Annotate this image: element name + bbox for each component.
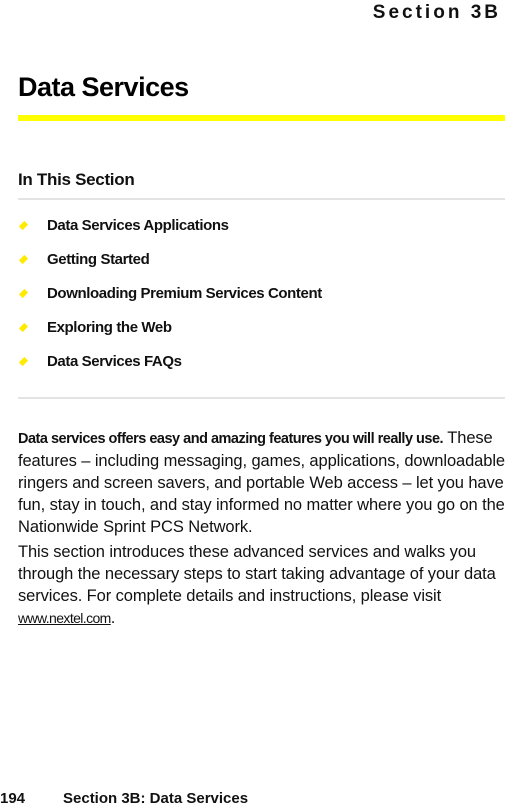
footer-section-label: Section 3B: Data Services bbox=[63, 790, 249, 807]
list-item-label: Data Services FAQs bbox=[47, 353, 182, 370]
list-item[interactable]: Data Services FAQs bbox=[18, 353, 322, 387]
divider bbox=[18, 198, 505, 200]
page-footer: 194 Section 3B: Data Services bbox=[0, 790, 248, 807]
list-item-label: Getting Started bbox=[47, 251, 150, 268]
in-this-section-heading: In This Section bbox=[18, 170, 135, 189]
section-contents-list: Data Services Applications Getting Start… bbox=[18, 217, 322, 387]
intro-lead: Data services offers easy and amazing fe… bbox=[18, 431, 444, 447]
details-end: . bbox=[110, 609, 116, 627]
details-paragraph: This section introduces these advanced s… bbox=[18, 541, 505, 629]
page-number: 194 bbox=[0, 790, 26, 807]
title-underline bbox=[18, 115, 505, 121]
list-item[interactable]: Data Services Applications bbox=[18, 217, 322, 251]
section-tab: Section 3B bbox=[372, 2, 501, 23]
list-item-label: Data Services Applications bbox=[47, 217, 229, 234]
list-item[interactable]: Exploring the Web bbox=[18, 319, 322, 353]
intro-paragraph: Data services offers easy and amazing fe… bbox=[18, 427, 505, 538]
divider bbox=[18, 397, 505, 399]
list-item-label: Downloading Premium Services Content bbox=[47, 285, 322, 302]
page-title: Data Services bbox=[18, 72, 189, 102]
details-text: This section introduces these advanced s… bbox=[18, 543, 496, 605]
list-item[interactable]: Downloading Premium Services Content bbox=[18, 285, 322, 319]
list-item-label: Exploring the Web bbox=[47, 319, 172, 336]
list-item[interactable]: Getting Started bbox=[18, 251, 322, 285]
nextel-link[interactable]: www.nextel.com bbox=[18, 610, 111, 626]
